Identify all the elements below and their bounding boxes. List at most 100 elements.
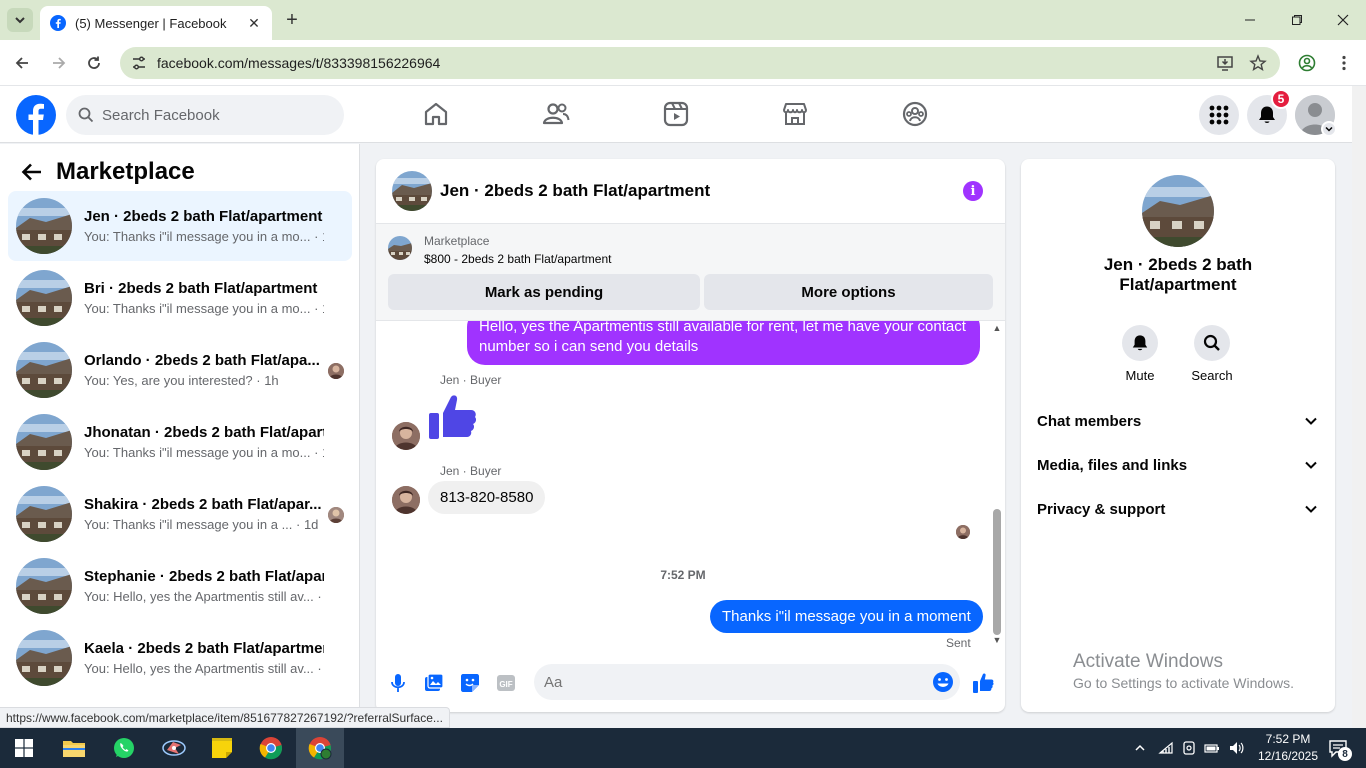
facebook-favicon-icon <box>50 15 66 31</box>
message-thread: Hello, yes the Apartmentis still availab… <box>376 321 1005 653</box>
conversation-name: Kaela · 2beds 2 bath Flat/apartment <box>84 640 324 657</box>
section-chat-members[interactable]: Chat members <box>1021 401 1335 441</box>
star-icon <box>1249 54 1267 71</box>
conversation-preview: You: Thanks i"il message you in a mo... … <box>84 229 324 244</box>
scroll-down-arrow-icon[interactable]: ▼ <box>992 635 1002 645</box>
url-text: facebook.com/messages/t/833398156226964 <box>157 55 441 71</box>
sender-avatar[interactable] <box>392 422 420 450</box>
whatsapp-icon <box>114 738 134 758</box>
restore-icon <box>1292 15 1302 25</box>
bird-app-icon <box>162 740 186 756</box>
back-button[interactable] <box>11 52 33 74</box>
taskbar-clock[interactable]: 7:52 PM 12/16/2025 <box>1252 731 1324 765</box>
sender-avatar[interactable] <box>392 486 420 514</box>
taskbar-file-explorer[interactable] <box>60 734 88 762</box>
page-scrollbar[interactable] <box>1352 86 1366 728</box>
bookmark-button[interactable] <box>1247 52 1269 74</box>
sticker-icon <box>461 674 479 692</box>
section-privacy-support[interactable]: Privacy & support <box>1021 489 1335 529</box>
account-menu-chevron[interactable] <box>1321 121 1337 137</box>
thumbs-up-sticker-icon[interactable] <box>427 393 477 443</box>
facebook-logo-icon[interactable] <box>16 95 56 135</box>
listing-thumbnail <box>16 630 72 686</box>
chat-listing-thumbnail[interactable] <box>392 171 432 211</box>
taskbar-sticky-notes[interactable] <box>208 734 236 762</box>
conversation-preview: You: Thanks i"il message you in a mo... … <box>84 301 324 316</box>
profile-button[interactable] <box>1296 52 1318 74</box>
scrollbar-thumb[interactable] <box>993 509 1001 635</box>
emoji-icon[interactable] <box>932 671 954 693</box>
friends-icon[interactable] <box>542 100 570 128</box>
watermark-line-1: Activate Windows <box>1073 651 1223 672</box>
scroll-up-arrow-icon[interactable]: ▲ <box>992 323 1002 333</box>
outgoing-message[interactable]: Hello, yes the Apartmentis still availab… <box>467 321 980 365</box>
site-info-icon[interactable] <box>130 54 148 72</box>
listing-price[interactable]: $800 - 2beds 2 bath Flat/apartment <box>424 252 611 266</box>
menu-button[interactable] <box>1199 95 1239 135</box>
clock-date: 12/16/2025 <box>1257 749 1319 763</box>
conversation-name: Bri · 2beds 2 bath Flat/apartment <box>84 280 318 297</box>
new-tab-button[interactable]: + <box>282 9 302 31</box>
video-icon[interactable] <box>662 100 690 128</box>
info-listing-photo[interactable] <box>1142 175 1214 247</box>
mark-as-pending-button[interactable]: Mark as pending <box>388 274 700 310</box>
restore-button[interactable] <box>1287 10 1307 30</box>
thread-scrollbar[interactable]: ▲ ▼ <box>990 321 1002 653</box>
search-action[interactable]: Search <box>1182 325 1242 383</box>
outgoing-message[interactable]: Thanks i"il message you in a moment <box>710 600 983 633</box>
tab-search-button[interactable] <box>7 8 33 32</box>
tray-network[interactable] <box>1158 740 1174 756</box>
voice-clip-button[interactable] <box>386 671 410 695</box>
groups-icon[interactable] <box>901 100 929 128</box>
minimize-button[interactable] <box>1240 10 1260 30</box>
attach-photo-button[interactable] <box>422 671 446 695</box>
tray-battery[interactable] <box>1204 740 1220 756</box>
grid-menu-icon <box>1209 105 1229 125</box>
close-icon <box>1337 14 1349 26</box>
conversation-item[interactable]: Kaela · 2beds 2 bath Flat/apartment You:… <box>8 623 352 693</box>
conversation-item[interactable]: Orlando · 2beds 2 bath Flat/apa... You: … <box>8 335 352 405</box>
reload-button[interactable] <box>83 52 105 74</box>
gif-button[interactable]: GIF <box>494 671 518 695</box>
browser-tab-active[interactable]: (5) Messenger | Facebook ✕ <box>40 6 272 40</box>
conversation-name: Stephanie · 2beds 2 bath Flat/apar... <box>84 568 324 585</box>
chat-title[interactable]: Jen · 2beds 2 bath Flat/apartment <box>440 181 710 201</box>
conversation-item[interactable]: Shakira · 2beds 2 bath Flat/apar... You:… <box>8 479 352 549</box>
close-window-button[interactable] <box>1333 10 1353 30</box>
tray-volume[interactable] <box>1228 740 1244 756</box>
send-like-button[interactable] <box>971 671 995 695</box>
info-title: Jen · 2beds 2 bath Flat/apartment <box>1103 255 1253 294</box>
install-app-button[interactable] <box>1214 52 1236 74</box>
taskbar-whatsapp[interactable] <box>110 734 138 762</box>
notification-center-button[interactable]: 8 <box>1324 734 1352 762</box>
forward-button[interactable] <box>48 52 70 74</box>
facebook-search-bar[interactable]: Search Facebook <box>66 95 344 135</box>
taskbar-chrome-profile[interactable] <box>306 734 334 762</box>
svg-text:GIF: GIF <box>499 680 512 689</box>
more-options-button[interactable]: More options <box>704 274 993 310</box>
tab-close-icon[interactable]: ✕ <box>246 15 262 31</box>
section-media-files[interactable]: Media, files and links <box>1021 445 1335 485</box>
info-icon[interactable]: i <box>963 181 983 201</box>
taskbar-app-bird[interactable] <box>160 734 188 762</box>
start-button[interactable] <box>10 734 38 762</box>
tray-overflow-button[interactable] <box>1132 740 1148 756</box>
conversation-item[interactable]: Bri · 2beds 2 bath Flat/apartment You: T… <box>8 263 352 333</box>
taskbar-chrome[interactable] <box>257 734 285 762</box>
conversation-item[interactable]: Stephanie · 2beds 2 bath Flat/apar... Yo… <box>8 551 352 621</box>
tray-device[interactable] <box>1181 740 1197 756</box>
browser-tab-strip: (5) Messenger | Facebook ✕ + <box>0 0 1366 40</box>
home-icon[interactable] <box>422 100 450 128</box>
arrow-left-icon[interactable] <box>20 160 44 184</box>
marketplace-icon[interactable] <box>781 100 809 128</box>
chrome-icon <box>259 737 283 760</box>
browser-menu-button[interactable] <box>1333 52 1355 74</box>
mute-action[interactable]: Mute <box>1110 325 1170 383</box>
conversation-item[interactable]: Jen · 2beds 2 bath Flat/apartment You: T… <box>8 191 352 261</box>
conversation-item[interactable]: Jhonatan · 2beds 2 bath Flat/apart... Yo… <box>8 407 352 477</box>
sticker-button[interactable] <box>458 671 482 695</box>
conversation-preview: You: Thanks i"il message you in a mo... … <box>84 445 324 460</box>
incoming-message[interactable]: 813-820-8580 <box>428 481 546 514</box>
address-bar[interactable]: facebook.com/messages/t/833398156226964 <box>120 47 1280 79</box>
message-input[interactable] <box>534 664 960 700</box>
